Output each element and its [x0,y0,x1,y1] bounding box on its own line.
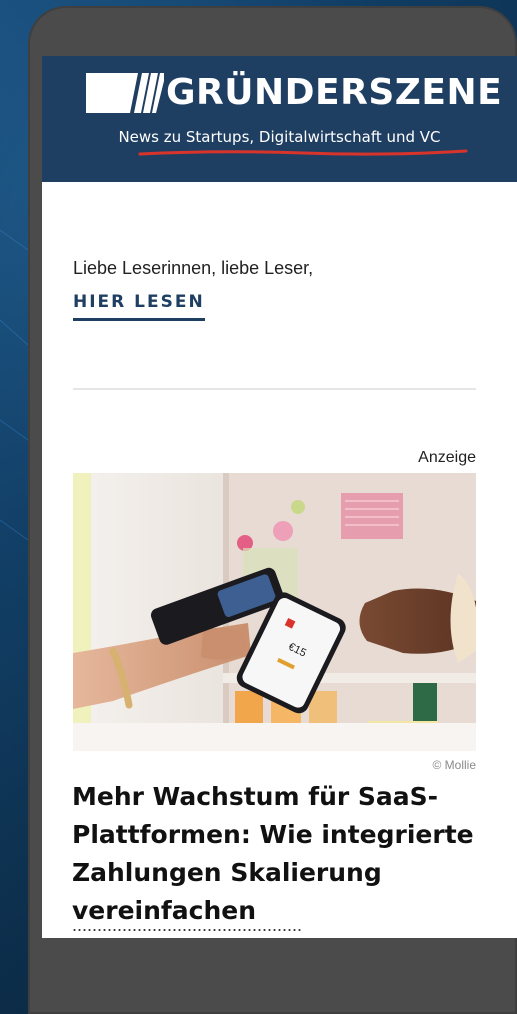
divider [73,388,476,390]
site-logo[interactable]: GRÜNDERSZENE [86,71,502,115]
payment-photo: €15 [73,473,476,751]
gruenderszene-logo-icon [86,73,164,113]
cut-off-text: ........................................… [72,929,482,938]
red-underline-swoosh-icon [138,149,468,156]
read-here-link[interactable]: HIER LESEN [73,292,205,321]
image-credit: © Mollie [432,758,476,772]
phone-frame: GRÜNDERSZENE News zu Startups, Digitalwi… [28,6,517,1014]
greeting-text: Liebe Leserinnen, liebe Leser, [73,258,314,278]
ad-label: Anzeige [418,449,476,466]
logo-text: GRÜNDERSZENE [166,72,503,113]
site-header: GRÜNDERSZENE News zu Startups, Digitalwi… [42,56,517,182]
phone-screen[interactable]: GRÜNDERSZENE News zu Startups, Digitalwi… [42,56,517,938]
site-tagline: News zu Startups, Digitalwirtschaft und … [118,128,441,146]
ad-image[interactable]: €15 [73,473,476,751]
article-headline[interactable]: Mehr Wachstum für SaaS-Plattformen: Wie … [72,778,482,930]
